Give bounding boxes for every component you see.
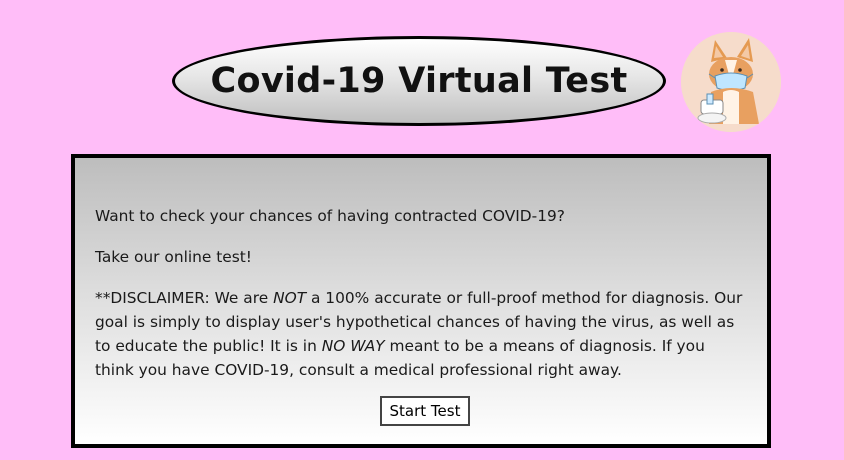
page-title: Covid-19 Virtual Test	[210, 61, 628, 101]
disclaimer-text: **DISCLAIMER: We are NOT a 100% accurate…	[95, 286, 745, 382]
page-title-banner: Covid-19 Virtual Test	[172, 36, 666, 126]
disclaimer-prefix: **DISCLAIMER: We are	[95, 289, 274, 307]
intro-prompt: Take our online test!	[95, 248, 252, 266]
disclaimer-emphasis-not: NOT	[273, 289, 307, 307]
intro-card: Want to check your chances of having con…	[71, 154, 771, 448]
start-test-button[interactable]: Start Test	[380, 396, 470, 426]
intro-question: Want to check your chances of having con…	[95, 207, 565, 225]
corgi-avatar-icon	[681, 32, 781, 132]
disclaimer-emphasis-no-way: NO WAY	[321, 337, 385, 355]
